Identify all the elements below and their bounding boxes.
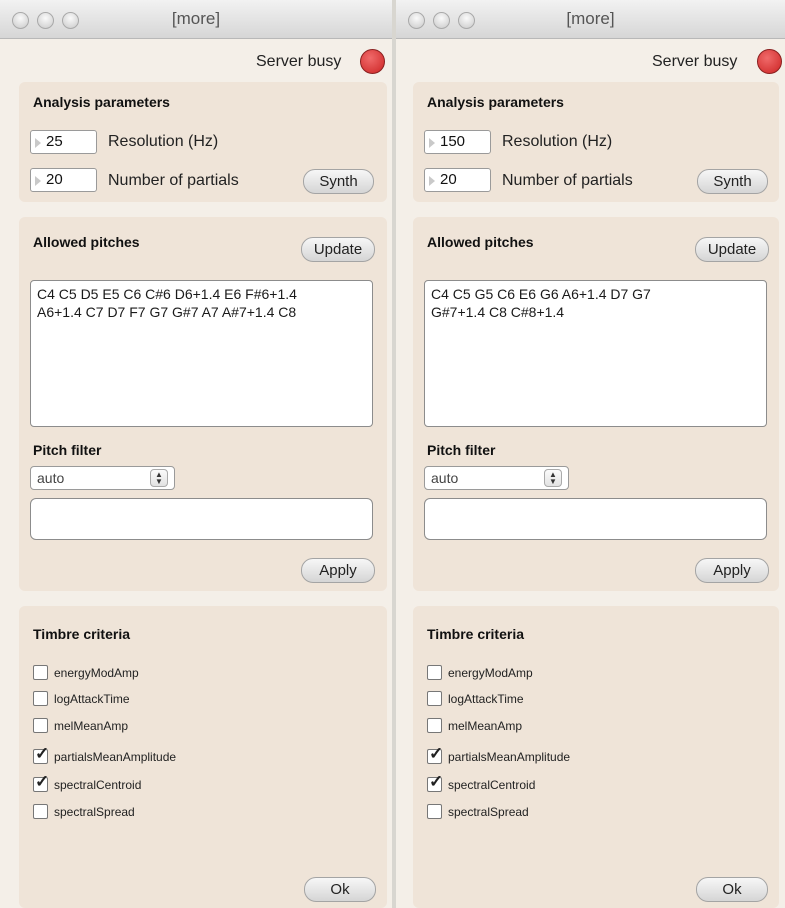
- checkbox[interactable]: [33, 804, 48, 819]
- resolution-value: 25: [46, 133, 63, 150]
- partials-label: Number of partials: [502, 172, 633, 189]
- criterion-label: partialsMeanAmplitude: [448, 750, 571, 764]
- checkbox[interactable]: ✓: [33, 773, 49, 792]
- ok-button[interactable]: Ok: [304, 877, 376, 902]
- checkbox[interactable]: ✓: [427, 745, 443, 764]
- pitch-filter-input[interactable]: [30, 498, 373, 540]
- analysis-parameters-heading: Analysis parameters: [427, 94, 564, 110]
- synth-button[interactable]: Synth: [303, 169, 374, 194]
- allowed-pitches-heading: Allowed pitches: [33, 234, 140, 250]
- criterion-label: energyModAmp: [54, 666, 139, 680]
- checkbox[interactable]: [33, 718, 48, 733]
- pitch-line: C4 C5 G5 C6 E6 G6 A6+1.4 D7 G7: [431, 286, 651, 302]
- partials-value: 20: [46, 171, 63, 188]
- resolution-label: Resolution (Hz): [108, 133, 219, 150]
- pitch-filter-input[interactable]: [424, 498, 767, 540]
- timbre-criteria-panel: Timbre criteria energyModAmp logAttackTi…: [413, 606, 779, 908]
- criterion-label: logAttackTime: [448, 692, 524, 706]
- criterion-label: logAttackTime: [54, 692, 130, 706]
- window-left: [more] Server busy Analysis parameters 2…: [0, 0, 392, 908]
- check-icon: ✓: [35, 772, 50, 791]
- pitch-filter-select[interactable]: auto ▲ ▼: [30, 466, 175, 490]
- up-down-arrows-icon: ▲ ▼: [544, 469, 562, 487]
- triangle-icon: [429, 176, 435, 186]
- resolution-value: 150: [440, 133, 466, 150]
- pitch-filter-heading: Pitch filter: [427, 442, 496, 458]
- allowed-pitches-panel: Allowed pitches Update C4 C5 G5 C6 E6 G6…: [413, 217, 779, 591]
- window-title: [more]: [171, 9, 221, 28]
- close-icon[interactable]: [408, 12, 425, 29]
- window-right: [more] Server busy Analysis parameters 1…: [396, 0, 785, 908]
- resolution-number-box[interactable]: 150: [424, 130, 491, 154]
- criterion-label: spectralCentroid: [448, 778, 536, 792]
- checkbox[interactable]: ✓: [33, 745, 49, 764]
- analysis-parameters-panel: Analysis parameters 25 Resolution (Hz) 2…: [19, 82, 387, 202]
- ok-button[interactable]: Ok: [696, 877, 768, 902]
- resolution-number-box[interactable]: 25: [30, 130, 97, 154]
- pitch-filter-select[interactable]: auto ▲ ▼: [424, 466, 569, 490]
- apply-button[interactable]: Apply: [695, 558, 769, 583]
- criterion-label: partialsMeanAmplitude: [54, 750, 177, 764]
- criterion-label: energyModAmp: [448, 666, 533, 680]
- timbre-criteria-heading: Timbre criteria: [33, 626, 131, 642]
- analysis-parameters-heading: Analysis parameters: [33, 94, 170, 110]
- analysis-parameters-panel: Analysis parameters 150 Resolution (Hz) …: [413, 82, 779, 202]
- window-title: [more]: [566, 9, 615, 28]
- criterion-label: spectralCentroid: [54, 778, 142, 792]
- triangle-icon: [35, 138, 41, 148]
- apply-button[interactable]: Apply: [301, 558, 375, 583]
- checkbox[interactable]: ✓: [427, 773, 443, 792]
- close-icon[interactable]: [12, 12, 29, 29]
- server-status-label: Server busy: [652, 53, 738, 70]
- pitch-line: C4 C5 D5 E5 C6 C#6 D6+1.4 E6 F#6+1.4: [37, 286, 297, 302]
- pitch-filter-heading: Pitch filter: [33, 442, 102, 458]
- checkbox[interactable]: [427, 718, 442, 733]
- partials-number-box[interactable]: 20: [424, 168, 491, 192]
- update-button[interactable]: Update: [301, 237, 375, 262]
- server-status-label: Server busy: [256, 53, 342, 70]
- checkbox[interactable]: [427, 804, 442, 819]
- screen: [more] Server busy Analysis parameters 2…: [0, 0, 785, 908]
- minimize-icon[interactable]: [37, 12, 54, 29]
- criterion-label: spectralSpread: [448, 805, 529, 819]
- triangle-icon: [429, 138, 435, 148]
- title-bar[interactable]: [more]: [396, 0, 785, 39]
- checkbox[interactable]: [33, 665, 48, 680]
- checkbox[interactable]: [427, 691, 442, 706]
- up-down-arrows-icon: ▲ ▼: [150, 469, 168, 487]
- server-busy-indicator: [757, 49, 782, 74]
- partials-label: Number of partials: [108, 172, 239, 189]
- allowed-pitches-heading: Allowed pitches: [427, 234, 534, 250]
- criterion-label: spectralSpread: [54, 805, 135, 819]
- timbre-criteria-panel: Timbre criteria energyModAmp logAttackTi…: [19, 606, 387, 908]
- minimize-icon[interactable]: [433, 12, 450, 29]
- pitch-line: G#7+1.4 C8 C#8+1.4: [431, 304, 565, 320]
- server-busy-indicator: [360, 49, 385, 74]
- check-icon: ✓: [35, 744, 50, 763]
- pitch-line: A6+1.4 C7 D7 F7 G7 G#7 A7 A#7+1.4 C8: [37, 304, 297, 320]
- partials-number-box[interactable]: 20: [30, 168, 97, 192]
- criterion-label: melMeanAmp: [448, 719, 523, 733]
- pitch-filter-mode: auto: [431, 470, 459, 486]
- title-bar[interactable]: [more]: [0, 0, 392, 39]
- allowed-pitches-panel: Allowed pitches Update C4 C5 D5 E5 C6 C#…: [19, 217, 387, 591]
- partials-value: 20: [440, 171, 457, 188]
- timbre-criteria-heading: Timbre criteria: [427, 626, 525, 642]
- update-button[interactable]: Update: [695, 237, 769, 262]
- check-icon: ✓: [429, 744, 444, 763]
- triangle-icon: [35, 176, 41, 186]
- checkbox[interactable]: [427, 665, 442, 680]
- synth-button[interactable]: Synth: [697, 169, 768, 194]
- allowed-pitches-textarea[interactable]: C4 C5 G5 C6 E6 G6 A6+1.4 D7 G7 G#7+1.4 C…: [424, 280, 767, 427]
- resolution-label: Resolution (Hz): [502, 133, 613, 150]
- allowed-pitches-textarea[interactable]: C4 C5 D5 E5 C6 C#6 D6+1.4 E6 F#6+1.4 A6+…: [30, 280, 373, 427]
- pitch-filter-mode: auto: [37, 470, 65, 486]
- checkbox[interactable]: [33, 691, 48, 706]
- criterion-label: melMeanAmp: [54, 719, 129, 733]
- check-icon: ✓: [429, 772, 444, 791]
